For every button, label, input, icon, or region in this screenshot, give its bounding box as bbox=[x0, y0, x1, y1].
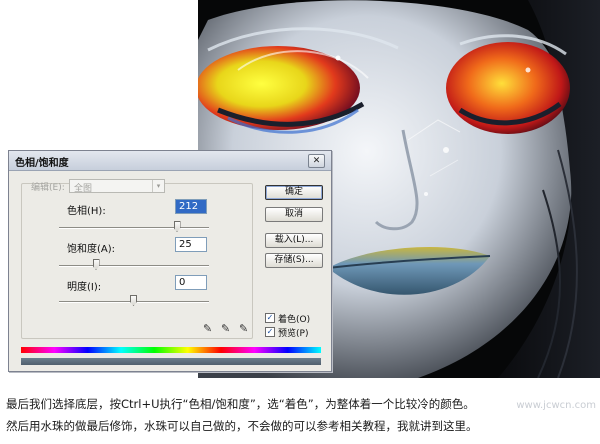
dialog-title: 色相/饱和度 bbox=[15, 158, 69, 169]
cancel-button[interactable]: 取消 bbox=[265, 207, 323, 222]
hue-saturation-dialog: 色相/饱和度 ✕ 编辑(E): 全图 ▾ 色相(H): 212 饱和度(A): … bbox=[8, 150, 332, 372]
hue-slider-track[interactable] bbox=[59, 227, 209, 229]
saturation-label: 饱和度(A): bbox=[67, 244, 116, 255]
result-spectrum-bar bbox=[21, 358, 321, 365]
watermark: www.jcwcn.com bbox=[516, 400, 596, 411]
load-button[interactable]: 载入(L)... bbox=[265, 233, 323, 248]
hue-input[interactable]: 212 bbox=[175, 199, 207, 214]
edit-label: 编辑(E): bbox=[31, 183, 65, 193]
hue-spectrum-bar bbox=[21, 347, 321, 353]
eyedropper-plus-icon[interactable]: ✎ bbox=[221, 323, 233, 335]
eyedropper-minus-icon[interactable]: ✎ bbox=[239, 323, 251, 335]
save-button[interactable]: 存储(S)... bbox=[265, 253, 323, 268]
saturation-input[interactable]: 25 bbox=[175, 237, 207, 252]
edit-select[interactable]: 全图 ▾ bbox=[69, 179, 165, 194]
hue-label: 色相(H): bbox=[67, 206, 106, 217]
colorize-checkbox[interactable]: ✓ bbox=[265, 313, 275, 323]
edit-select-value: 全图 bbox=[74, 184, 93, 194]
dialog-titlebar[interactable]: 色相/饱和度 ✕ bbox=[9, 151, 331, 171]
lightness-input[interactable]: 0 bbox=[175, 275, 207, 290]
close-icon: ✕ bbox=[312, 156, 321, 166]
saturation-slider-track[interactable] bbox=[59, 265, 209, 267]
adjustment-group bbox=[21, 183, 253, 339]
eyedropper-icon[interactable]: ✎ bbox=[203, 323, 215, 335]
caption-line-1: 最后我们选择底层，按Ctrl+U执行“色相/饱和度”，选“着色”，为整体着一个比… bbox=[6, 397, 475, 411]
chevron-down-icon: ▾ bbox=[152, 180, 164, 192]
caption-line-2: 然后用水珠的做最后修饰，水珠可以自己做的，不会做的可以参考相关教程，我就讲到这里… bbox=[6, 419, 478, 433]
ok-button[interactable]: 确定 bbox=[265, 185, 323, 200]
preview-checkbox[interactable]: ✓ bbox=[265, 327, 275, 337]
preview-label: 预览(P) bbox=[278, 329, 309, 339]
close-button[interactable]: ✕ bbox=[308, 154, 325, 168]
lightness-label: 明度(I): bbox=[67, 282, 102, 293]
colorize-label: 着色(O) bbox=[278, 315, 311, 325]
